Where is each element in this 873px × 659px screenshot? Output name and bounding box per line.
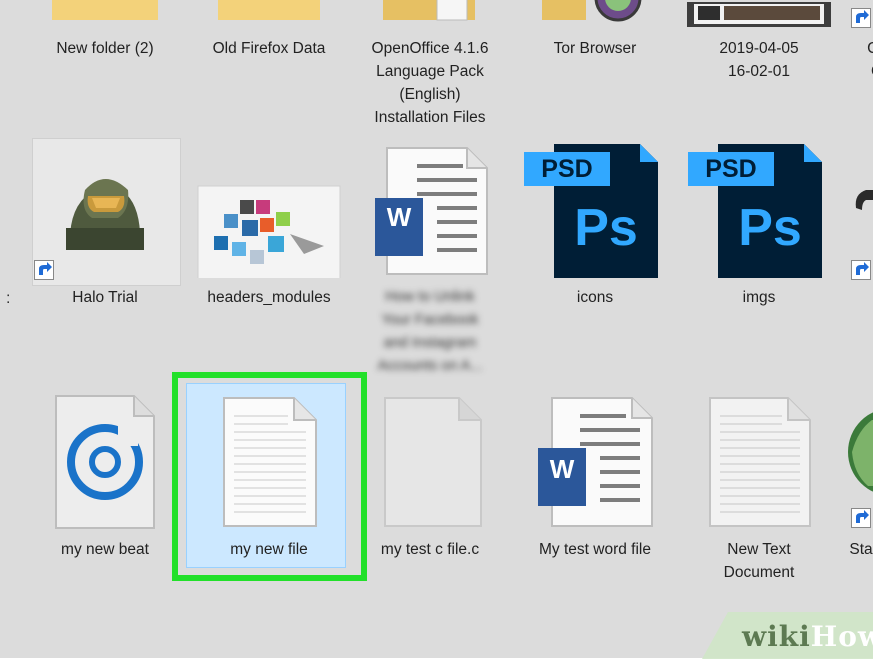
highlight-box xyxy=(172,372,367,581)
item-label: imgs xyxy=(742,289,776,306)
blank-file-icon xyxy=(384,397,482,527)
shortcut-item-partial-sta[interactable]: Sta xyxy=(848,390,873,570)
watermark: wikiHow xyxy=(702,612,873,659)
item-label: OpenOffice 4.1.6 Language Pack (English)… xyxy=(371,40,489,126)
item-label: my new beat xyxy=(61,541,149,558)
word-mark-text: W xyxy=(386,202,412,232)
halo-helmet-icon xyxy=(66,179,144,250)
folder-item-new-folder-2[interactable]: New folder (2) xyxy=(30,0,180,90)
item-label: headers_modules xyxy=(207,289,331,306)
file-explorer-view: New folder (2) Old Firefox Data OpenOffi… xyxy=(0,0,873,659)
folder-item-openoffice-language-pack[interactable]: OpenOffice 4.1.6 Language Pack (English)… xyxy=(355,0,505,130)
file-item-my-new-beat[interactable]: my new beat xyxy=(30,390,180,570)
image-thumbnail-icon xyxy=(197,185,341,278)
psd-badge-text: PSD xyxy=(705,155,757,183)
text-file-icon xyxy=(709,397,811,527)
item-partial-co[interactable]: Co G xyxy=(848,0,873,110)
psd-item-icons[interactable]: PSD Ps icons xyxy=(520,138,670,318)
item-label: Halo Trial xyxy=(72,289,138,306)
item-label: New folder (2) xyxy=(56,40,154,57)
folder-item-tor-browser[interactable]: Tor Browser xyxy=(520,0,670,90)
ps-mark-text: Ps xyxy=(738,199,802,257)
item-label: Old Firefox Data xyxy=(212,40,326,57)
watermark-part2: How xyxy=(810,620,873,653)
partial-app-icon xyxy=(855,190,873,210)
psd-item-imgs[interactable]: PSD Ps imgs xyxy=(684,138,834,318)
psd-badge-text: PSD xyxy=(541,155,593,183)
item-label: My test word file xyxy=(539,541,651,558)
image-item-headers-modules[interactable]: headers_modules xyxy=(194,138,344,318)
shortcut-item-halo-trial[interactable]: Halo Trial xyxy=(30,138,181,318)
item-label: How to Unlink Your Facebook and Instagra… xyxy=(377,289,483,374)
shortcut-arrow-icon xyxy=(34,260,54,280)
shortcut-arrow-icon xyxy=(851,8,871,28)
shortcut-arrow-icon xyxy=(851,260,871,280)
word-item-my-test-word-file[interactable]: W My test word file xyxy=(520,390,670,570)
folder-item-old-firefox-data[interactable]: Old Firefox Data xyxy=(194,0,344,90)
watermark-part1: wiki xyxy=(742,620,811,653)
ps-mark-text: Ps xyxy=(574,199,638,257)
item-label: icons xyxy=(576,289,614,306)
item-label: Co G xyxy=(867,40,873,80)
left-edge-mark: : xyxy=(6,290,11,307)
word-item-how-to-unlink[interactable]: W How to Unlink Your Facebook and Instag… xyxy=(355,138,505,378)
groove-music-icon xyxy=(55,395,155,529)
shortcut-arrow-icon xyxy=(851,508,871,528)
item-label: my test c file.c xyxy=(380,541,480,558)
item-partial-right[interactable] xyxy=(848,138,873,318)
item-label: Sta xyxy=(849,541,873,558)
word-mark-text: W xyxy=(549,454,575,484)
file-item-my-test-c-file[interactable]: my test c file.c xyxy=(355,390,505,570)
item-label: Tor Browser xyxy=(553,40,637,57)
